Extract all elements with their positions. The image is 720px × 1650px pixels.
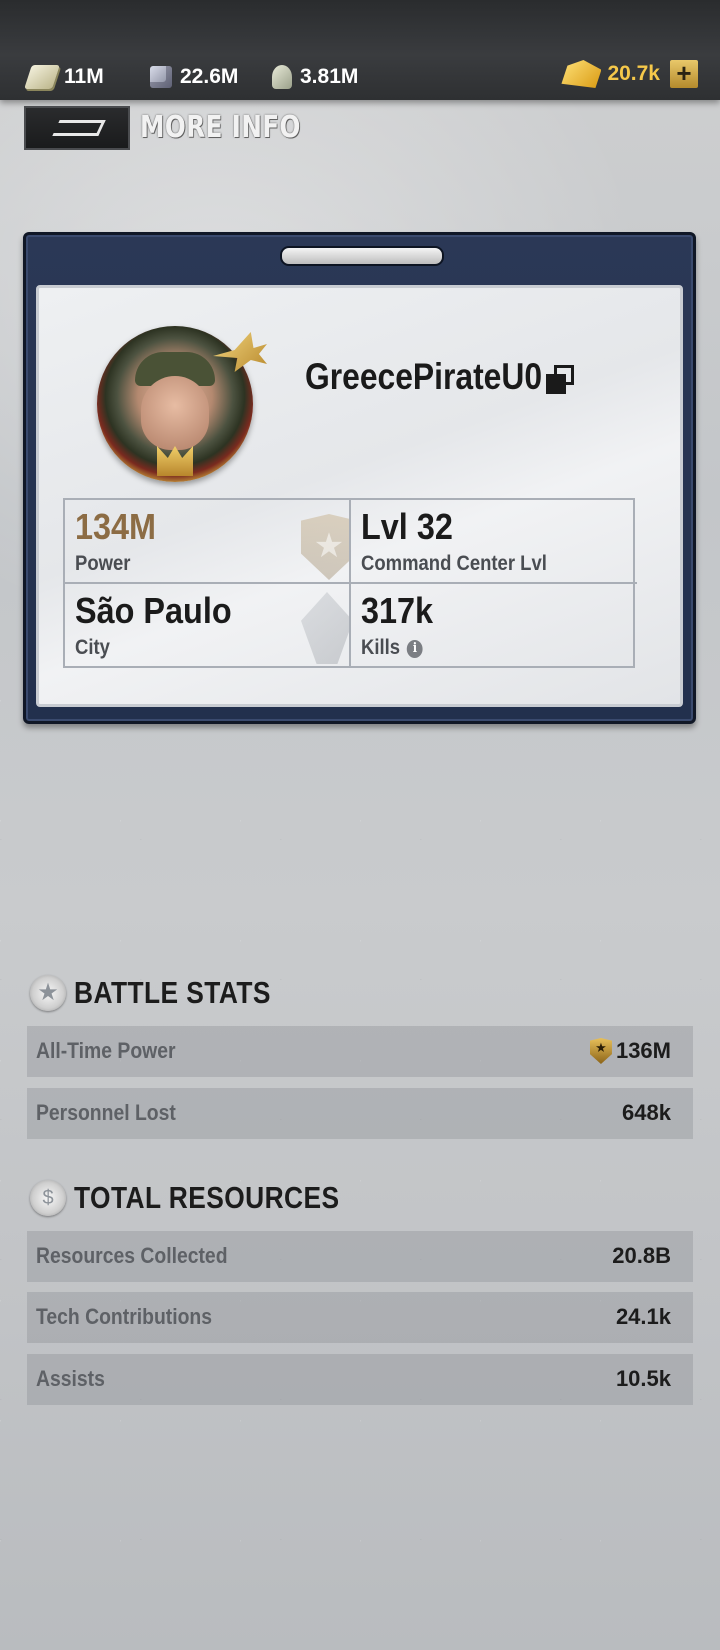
- stat-row-resources-collected: Resources Collected 20.8B: [27, 1231, 693, 1282]
- resource-metal[interactable]: 22.6M: [150, 62, 238, 92]
- level-label: Command Center Lvl: [361, 552, 547, 575]
- stat-row-all-time-power: All-Time Power 136M: [27, 1026, 693, 1077]
- resource-oil-value: 3.81M: [300, 65, 359, 88]
- kills-label: Kills: [361, 636, 401, 659]
- power-label: Power: [75, 552, 131, 575]
- copy-icon-front: [546, 374, 566, 394]
- cash-icon: [24, 65, 60, 89]
- oil-icon: [272, 65, 292, 89]
- info-icon[interactable]: i: [407, 640, 423, 658]
- coin-gear-icon: $: [30, 1180, 66, 1216]
- card-slot: [280, 246, 444, 266]
- stat-row-tech-contributions: Tech Contributions 24.1k: [27, 1292, 693, 1343]
- back-arrow-icon: [52, 120, 106, 136]
- power-shield-icon: [589, 1038, 612, 1064]
- resource-metal-value: 22.6M: [180, 65, 239, 88]
- gem-watermark-icon: [301, 592, 349, 664]
- resource-oil[interactable]: 3.81M: [272, 62, 358, 92]
- kills-value: 317k: [361, 590, 434, 631]
- gold-display: 20.7k +: [561, 60, 698, 88]
- stat-label: Resources Collected: [36, 1243, 228, 1268]
- stat-row-personnel-lost: Personnel Lost 648k: [27, 1088, 693, 1139]
- city-label: City: [75, 636, 110, 659]
- profile-card: GreecePirateU0 ★ 134M Power Lvl 32 Comma…: [23, 232, 696, 724]
- gold-icon: [561, 60, 602, 88]
- stat-value: 24.1k: [615, 1304, 671, 1329]
- avatar-face: [141, 376, 209, 450]
- power-value: 134M: [75, 506, 157, 547]
- stat-label: Assists: [36, 1366, 105, 1391]
- star-watermark-icon: ★: [313, 527, 345, 565]
- stat-power: ★ 134M Power: [65, 500, 351, 584]
- city-value: São Paulo: [75, 590, 232, 631]
- add-gold-button[interactable]: +: [670, 60, 698, 88]
- stat-value: 648k: [622, 1100, 671, 1125]
- stat-value: 136M: [615, 1038, 671, 1063]
- battle-stats-title: BATTLE STATS: [74, 975, 271, 1010]
- star-badge-icon: ★: [30, 975, 66, 1011]
- resource-cash-value: 11M: [64, 65, 104, 88]
- plane-emblem-icon: [213, 332, 267, 372]
- rank-medal-icon: [157, 446, 193, 476]
- stat-label: Tech Contributions: [36, 1304, 213, 1329]
- player-name: GreecePirateU0: [305, 356, 543, 397]
- back-button[interactable]: [24, 106, 130, 150]
- star-glyph: ★: [37, 979, 59, 1006]
- metal-icon: [150, 66, 172, 88]
- resource-bar: 11M 22.6M 3.81M 20.7k +: [0, 0, 720, 100]
- stat-label: Personnel Lost: [36, 1100, 176, 1125]
- profile-card-inner: GreecePirateU0 ★ 134M Power Lvl 32 Comma…: [36, 285, 683, 707]
- coin-glyph: $: [42, 1187, 54, 1209]
- page-title: MORE INFO: [140, 110, 301, 145]
- total-resources-header: $ TOTAL RESOURCES: [30, 1180, 386, 1216]
- copy-icon[interactable]: [546, 365, 576, 395]
- stat-label: All-Time Power: [36, 1038, 176, 1063]
- kills-label-wrap: Kills i: [361, 636, 423, 660]
- stat-city: São Paulo City: [65, 584, 351, 668]
- total-resources-title: TOTAL RESOURCES: [74, 1180, 340, 1215]
- profile-stats-grid: ★ 134M Power Lvl 32 Command Center Lvl S…: [63, 498, 637, 668]
- commander-avatar[interactable]: [97, 326, 267, 482]
- stat-value: 20.8B: [612, 1243, 671, 1268]
- stat-kills: 317k Kills i: [351, 584, 637, 668]
- stat-value-wrap: 136M: [589, 1038, 671, 1064]
- level-value: Lvl 32: [361, 506, 453, 547]
- background-grid: [0, 700, 720, 1650]
- gold-value: 20.7k: [607, 62, 660, 85]
- stat-row-assists: Assists 10.5k: [27, 1354, 693, 1405]
- stat-value: 10.5k: [615, 1366, 671, 1391]
- battle-stats-header: ★ BATTLE STATS: [30, 975, 306, 1011]
- stat-command-center: Lvl 32 Command Center Lvl: [351, 500, 637, 584]
- resource-cash[interactable]: 11M: [24, 62, 104, 92]
